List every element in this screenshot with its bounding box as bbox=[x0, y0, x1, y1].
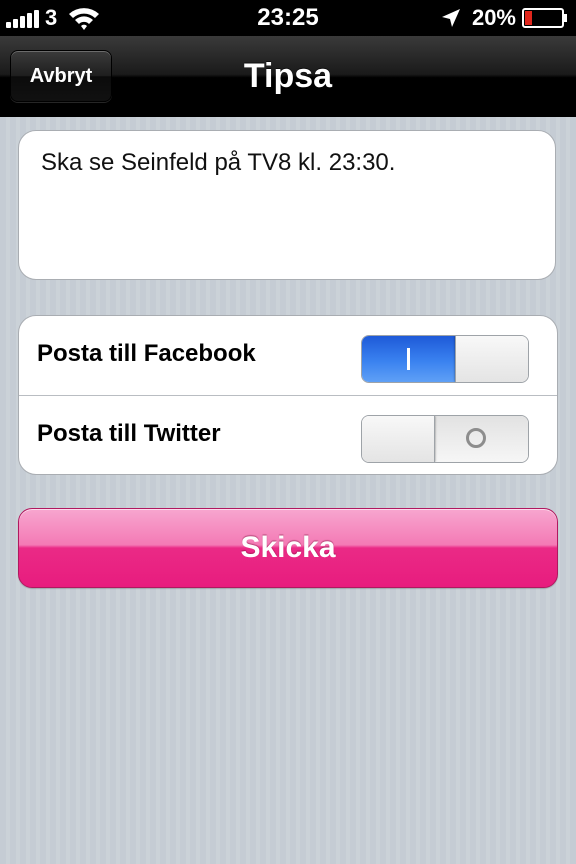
message-text-area[interactable]: Ska se Seinfeld på TV8 kl. 23:30. bbox=[18, 130, 556, 280]
facebook-toggle[interactable] bbox=[361, 335, 529, 383]
status-bar: 3 23:25 20% bbox=[0, 0, 576, 36]
twitter-option-label: Posta till Twitter bbox=[37, 420, 221, 447]
twitter-toggle[interactable] bbox=[361, 415, 529, 463]
toggle-on-track bbox=[362, 336, 458, 382]
twitter-option-row: Posta till Twitter bbox=[19, 396, 557, 475]
toggle-off-track bbox=[432, 416, 528, 462]
toggle-thumb bbox=[455, 336, 528, 382]
facebook-option-row: Posta till Facebook bbox=[19, 316, 557, 396]
toggle-on-mark-icon bbox=[407, 348, 410, 370]
location-arrow-icon bbox=[441, 9, 460, 27]
page-title: Tipsa bbox=[243, 57, 333, 95]
toggle-thumb bbox=[362, 416, 435, 462]
send-button[interactable]: Skicka bbox=[18, 508, 558, 588]
toggle-off-mark-icon bbox=[466, 428, 486, 448]
facebook-option-label: Posta till Facebook bbox=[37, 340, 256, 367]
navigation-bar: Avbryt Tipsa bbox=[0, 36, 576, 117]
battery-icon bbox=[522, 8, 567, 28]
battery-percent: 20% bbox=[471, 5, 516, 30]
status-right: 20% bbox=[440, 4, 568, 32]
share-options-group: Posta till Facebook Posta till Twitter bbox=[18, 315, 558, 475]
